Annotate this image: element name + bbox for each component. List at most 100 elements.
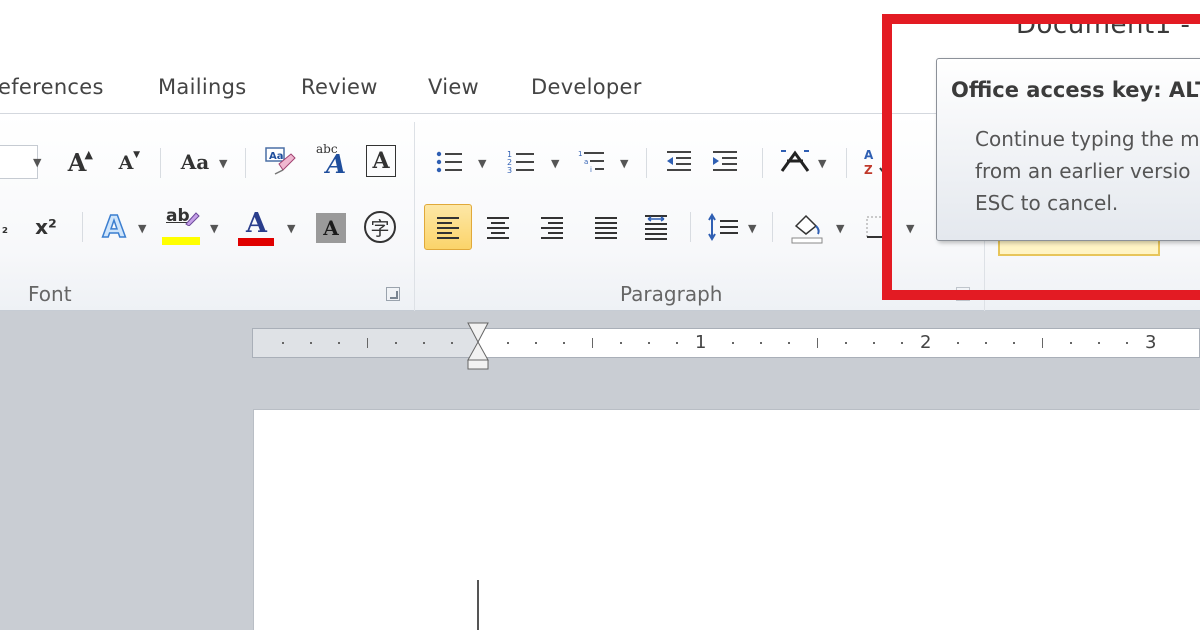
align-center-button[interactable] xyxy=(480,208,516,246)
ruler-number: 3 xyxy=(1145,332,1157,353)
numbered-list-icon: 1 2 3 xyxy=(507,150,534,175)
shading-dropdown-icon[interactable]: ▼ xyxy=(836,222,844,235)
svg-text:3: 3 xyxy=(507,166,512,175)
text-cursor xyxy=(477,580,479,630)
ruler-tick xyxy=(450,342,453,344)
decrease-indent-icon xyxy=(667,151,691,171)
ruler-tick xyxy=(1013,342,1016,344)
ruler-tick xyxy=(1125,342,1128,344)
enclose-characters-label: 字 xyxy=(370,217,390,240)
line-spacing-icon xyxy=(708,213,738,241)
clear-formatting-button[interactable]: Aa xyxy=(262,142,298,180)
distributed-button[interactable] xyxy=(638,208,674,246)
tab-developer[interactable]: Developer xyxy=(531,75,642,99)
horizontal-ruler[interactable]: 1 2 3 xyxy=(252,328,1200,358)
font-color-button[interactable]: A xyxy=(236,206,276,248)
ruler-number: 2 xyxy=(920,332,932,353)
subscript-button[interactable]: ₂ xyxy=(0,214,12,244)
ruler-tick xyxy=(900,342,903,344)
line-spacing-button[interactable] xyxy=(704,208,744,246)
asian-layout-button[interactable] xyxy=(776,144,814,180)
asian-layout-icon xyxy=(780,150,810,172)
ruler-tick xyxy=(1069,342,1072,344)
shrink-font-button[interactable]: A ▼ xyxy=(110,147,142,179)
change-case-button[interactable]: Aa xyxy=(174,144,216,180)
multilevel-list-button[interactable]: 1 a i xyxy=(576,144,610,180)
bullets-dropdown-icon[interactable]: ▼ xyxy=(478,157,486,170)
ruler-tick xyxy=(619,342,622,344)
text-highlight-dropdown-icon[interactable]: ▼ xyxy=(210,222,218,235)
align-center-icon xyxy=(487,217,509,239)
ruler-tick xyxy=(366,338,368,348)
font-size-dropdown-icon[interactable]: ▼ xyxy=(33,156,41,169)
bullet-list-icon xyxy=(436,151,462,173)
separator xyxy=(245,148,246,178)
increase-indent-button[interactable] xyxy=(708,144,742,180)
font-group-label: Font xyxy=(28,282,72,306)
tab-mailings[interactable]: Mailings xyxy=(158,75,246,99)
character-border-button[interactable]: A xyxy=(366,145,396,177)
justify-button[interactable] xyxy=(588,208,624,246)
ruler-tick xyxy=(535,342,538,344)
clear-formatting-icon: Aa xyxy=(265,147,296,175)
font-color-dropdown-icon[interactable]: ▼ xyxy=(287,222,295,235)
shading-button[interactable] xyxy=(786,206,828,248)
tab-references[interactable]: eferences xyxy=(0,75,104,99)
numbering-button[interactable]: 1 2 3 xyxy=(504,144,538,180)
grow-font-label: A xyxy=(67,147,87,177)
text-effects-button[interactable]: A xyxy=(96,208,132,246)
align-left-icon xyxy=(437,217,459,239)
ruler-number: 1 xyxy=(695,332,707,353)
separator xyxy=(82,212,83,242)
ruler-tick xyxy=(844,342,847,344)
align-right-button[interactable] xyxy=(534,208,570,246)
tab-view[interactable]: View xyxy=(428,75,479,99)
line-spacing-dropdown-icon[interactable]: ▼ xyxy=(748,222,756,235)
grow-font-button[interactable]: A ▲ xyxy=(60,144,94,180)
highlighter-pen-icon xyxy=(185,212,200,226)
character-shading-label: A xyxy=(323,216,339,240)
character-shading-button[interactable]: A xyxy=(316,213,346,243)
ruler-tick xyxy=(507,342,510,344)
ruler-tick xyxy=(394,342,397,344)
ruler-tick xyxy=(957,342,960,344)
ruler-tick xyxy=(788,342,791,344)
svg-text:Aa: Aa xyxy=(269,151,284,162)
distributed-icon xyxy=(645,215,667,240)
ruler-tick xyxy=(422,342,425,344)
separator xyxy=(646,148,647,178)
svg-text:a: a xyxy=(584,158,588,166)
indent-marker-icon[interactable] xyxy=(467,322,489,370)
separator xyxy=(160,148,161,178)
document-page[interactable] xyxy=(254,410,1200,630)
phonetic-guide-label: A xyxy=(326,150,347,180)
decrease-indent-button[interactable] xyxy=(662,144,696,180)
text-effects-label: A xyxy=(102,209,127,246)
ruler-tick xyxy=(282,342,285,344)
font-color-label: A xyxy=(246,208,267,239)
multilevel-list-dropdown-icon[interactable]: ▼ xyxy=(620,157,628,170)
font-dialog-launcher-icon[interactable] xyxy=(386,287,400,301)
paint-bucket-icon xyxy=(791,214,823,244)
asian-layout-dropdown-icon[interactable]: ▼ xyxy=(818,157,826,170)
highlight-color-swatch xyxy=(162,237,200,245)
superscript-button[interactable]: x² xyxy=(30,210,62,244)
document-area: 1 2 3 xyxy=(0,311,1200,630)
bullets-button[interactable] xyxy=(432,144,466,180)
shrink-font-label: A xyxy=(118,152,134,174)
ruler-tick xyxy=(647,342,650,344)
character-border-label: A xyxy=(372,148,390,174)
ruler-tick xyxy=(816,338,818,348)
phonetic-guide-button[interactable]: abc A xyxy=(314,142,350,182)
tab-review[interactable]: Review xyxy=(301,75,378,99)
align-left-button[interactable] xyxy=(424,204,472,250)
align-right-icon xyxy=(541,217,563,239)
change-case-dropdown-icon[interactable]: ▼ xyxy=(219,157,227,170)
numbering-dropdown-icon[interactable]: ▼ xyxy=(551,157,559,170)
text-effects-dropdown-icon[interactable]: ▼ xyxy=(138,222,146,235)
ruler-tick xyxy=(732,342,735,344)
group-separator xyxy=(414,122,415,312)
text-highlight-button[interactable]: ab xyxy=(160,206,202,248)
ruler-tick xyxy=(310,342,313,344)
enclose-characters-button[interactable]: 字 xyxy=(364,211,396,243)
